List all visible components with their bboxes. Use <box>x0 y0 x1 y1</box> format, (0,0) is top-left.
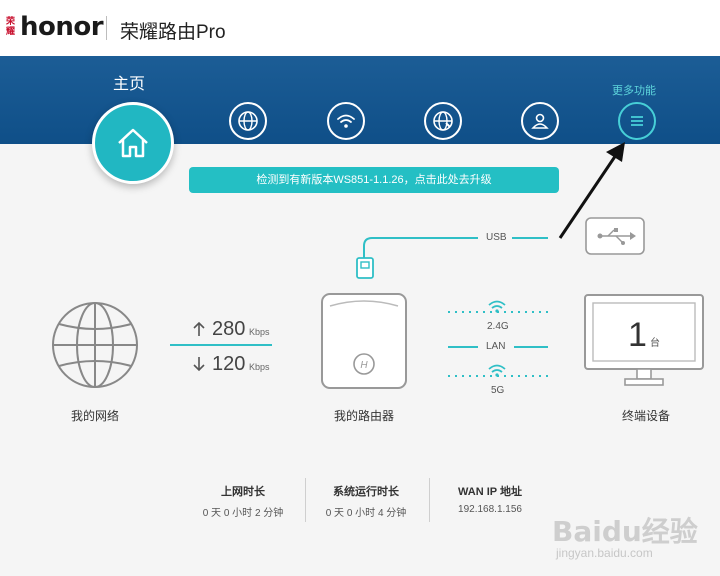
watermark-logo: Baidu经验 <box>552 515 698 548</box>
uptime-value: 0 天 0 小时 4 分钟 <box>325 508 407 519</box>
arrow-down-icon <box>193 357 205 372</box>
usb-device-icon[interactable] <box>584 216 646 256</box>
my-router-label: 我的路由器 <box>334 409 395 423</box>
svg-text:H: H <box>360 360 368 371</box>
online-time-title: 上网时长 <box>221 486 265 498</box>
arrow-up-icon <box>193 321 205 336</box>
uptime-title: 系统运行时长 <box>333 486 399 498</box>
watermark-url: jingyan.baidu.com <box>556 546 653 560</box>
upload-unit: Kbps <box>249 327 270 337</box>
my-network-label: 我的网络 <box>71 409 120 423</box>
online-time-value: 0 天 0 小时 2 分钟 <box>202 508 284 519</box>
download-speed: 120 <box>212 353 246 375</box>
wifi-5g-icon <box>488 364 506 377</box>
wan-ip-value: 192.168.1.156 <box>458 504 522 515</box>
device-unit: 台 <box>650 338 660 349</box>
device-count: 1 <box>628 316 647 354</box>
usb-plug-icon <box>356 257 374 279</box>
wan-ip-title: WAN IP 地址 <box>458 486 522 498</box>
devices-label: 终端设备 <box>622 409 671 423</box>
router-icon[interactable]: H <box>320 292 408 390</box>
lan-label: LAN <box>486 341 506 352</box>
download-unit: Kbps <box>249 362 270 372</box>
upload-speed: 280 <box>212 318 246 340</box>
band-5g-label: 5G <box>491 385 505 396</box>
globe-icon[interactable] <box>50 300 140 390</box>
wifi-24g-icon <box>488 300 506 313</box>
usb-label: USB <box>486 232 507 243</box>
band-24g-label: 2.4G <box>487 321 509 332</box>
